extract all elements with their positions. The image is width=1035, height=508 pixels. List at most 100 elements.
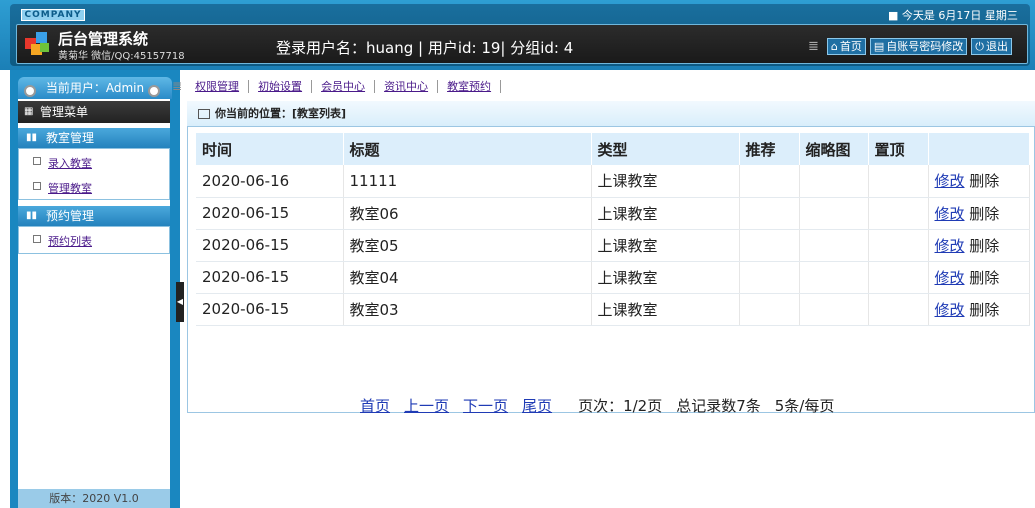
nav-init-settings[interactable]: 初始设置	[249, 79, 313, 93]
cell-time: 2020-06-15	[196, 261, 344, 294]
edit-link[interactable]: 修改	[935, 237, 965, 255]
edit-link[interactable]: 修改	[935, 269, 965, 287]
delete-link[interactable]: 删除	[969, 205, 999, 223]
pin-icon	[24, 85, 36, 97]
grid-icon: ▦	[24, 106, 34, 117]
cell-title: 教室06	[343, 197, 592, 230]
cell-recommend	[739, 197, 800, 230]
nav-member-center[interactable]: 会员中心	[312, 79, 376, 93]
cell-thumbnail	[799, 293, 869, 326]
cell-type: 上课教室	[591, 261, 740, 294]
col-thumbnail: 缩略图	[799, 133, 869, 165]
table-row: 2020-06-15 教室05 上课教室 修改 删除	[196, 229, 1030, 262]
delete-link[interactable]: 删除	[969, 172, 999, 190]
table-row: 2020-06-15 教室04 上课教室 修改 删除	[196, 261, 1030, 294]
section-booking-title: 预约管理	[46, 209, 95, 223]
section-classroom-title: 教室管理	[46, 131, 95, 145]
section-icon: ▮▮	[26, 132, 38, 143]
first-page-link[interactable]: 首页	[360, 395, 390, 416]
cell-top	[868, 261, 929, 294]
cell-thumbnail	[799, 165, 869, 198]
nav-news-center[interactable]: 资讯中心	[375, 79, 439, 93]
col-type: 类型	[591, 133, 740, 165]
logout-button[interactable]: ⏻ 退出	[971, 38, 1012, 55]
cell-actions: 修改 删除	[928, 229, 1030, 262]
cell-actions: 修改 删除	[928, 165, 1030, 198]
power-icon: ⏻	[975, 40, 984, 53]
section-booking[interactable]: ▮▮ 预约管理	[18, 206, 170, 226]
col-time: 时间	[196, 133, 344, 165]
menu-icon: ≣	[808, 39, 819, 54]
classroom-table: 时间 标题 类型 推荐 缩略图 置顶 2020-06-16 11111 上课教室 修改…	[196, 133, 1030, 326]
table-header-row: 时间 标题 类型 推荐 缩略图 置顶	[196, 133, 1030, 165]
cell-top	[868, 293, 929, 326]
change-password-button[interactable]: ▤ 自账号密码修改	[869, 38, 968, 55]
cell-title: 教室05	[343, 229, 592, 262]
system-author: 黄菊华 微信/QQ:45157718	[58, 51, 185, 62]
pin-icon	[148, 85, 160, 97]
cell-type: 上课教室	[591, 197, 740, 230]
sidebar-item-manage-classroom[interactable]: 管理教室	[48, 180, 92, 196]
col-top: 置顶	[868, 133, 929, 165]
home-icon: ⌂	[830, 40, 838, 53]
manage-menu-label: 管理菜单	[40, 105, 89, 119]
delete-link[interactable]: 删除	[969, 301, 999, 319]
location-icon	[198, 109, 210, 119]
home-button-label: 首页	[839, 40, 862, 53]
nav-menu-icon: ≣	[172, 79, 183, 93]
pagination: 首页 上一页 下一页 尾页 页次：1/2页 总记录数7条 5条/每页	[360, 395, 834, 416]
cell-recommend	[739, 165, 800, 198]
cell-actions: 修改 删除	[928, 293, 1030, 326]
section-classroom[interactable]: ▮▮ 教室管理	[18, 128, 170, 148]
cell-time: 2020-06-16	[196, 165, 344, 198]
sidebar-item-add-classroom[interactable]: 录入教室	[48, 155, 92, 171]
cell-top	[868, 197, 929, 230]
last-page-link[interactable]: 尾页	[522, 395, 552, 416]
table-row: 2020-06-15 教室03 上课教室 修改 删除	[196, 293, 1030, 326]
doc-icon	[33, 235, 41, 243]
date-text: ■ 今天是 6月17日 星期三	[888, 9, 1018, 22]
book-icon: ▤	[873, 40, 885, 53]
col-recommend: 推荐	[739, 133, 800, 165]
table-row: 2020-06-15 教室06 上课教室 修改 删除	[196, 197, 1030, 230]
edit-link[interactable]: 修改	[935, 301, 965, 319]
login-info: 登录用户名：huang | 用户id: 19| 分组id: 4	[276, 39, 574, 57]
record-count: 总记录数7条	[676, 397, 761, 415]
home-button[interactable]: ⌂ 首页	[826, 38, 866, 55]
section-icon: ▮▮	[26, 210, 38, 221]
header-buttons: ≣ ⌂ 首页 ▤ 自账号密码修改 ⏻ 退出	[808, 38, 1012, 55]
change-password-label: 自账号密码修改	[886, 40, 964, 53]
system-title: 后台管理系统	[58, 30, 149, 48]
cube-logo-icon	[25, 32, 49, 55]
cell-time: 2020-06-15	[196, 197, 344, 230]
cell-type: 上课教室	[591, 293, 740, 326]
col-title: 标题	[343, 133, 592, 165]
cell-recommend	[739, 261, 800, 294]
edit-link[interactable]: 修改	[935, 172, 965, 190]
page-size: 5条/每页	[774, 397, 835, 415]
prev-page-link[interactable]: 上一页	[404, 395, 449, 416]
cell-thumbnail	[799, 261, 869, 294]
delete-link[interactable]: 删除	[969, 237, 999, 255]
logout-label: 退出	[986, 40, 1008, 53]
edit-link[interactable]: 修改	[935, 205, 965, 223]
cell-title: 教室03	[343, 293, 592, 326]
doc-icon	[33, 182, 41, 190]
cell-type: 上课教室	[591, 165, 740, 198]
company-logo: COMPANY	[21, 9, 85, 21]
nav-classroom-booking[interactable]: 教室预约	[438, 79, 502, 93]
cell-top	[868, 229, 929, 262]
delete-link[interactable]: 删除	[969, 269, 999, 287]
manage-menu-title: ▦ 管理菜单	[18, 101, 170, 123]
cell-actions: 修改 删除	[928, 197, 1030, 230]
col-actions	[928, 133, 1030, 165]
sidebar-item-booking-list[interactable]: 预约列表	[48, 233, 92, 249]
cell-title: 教室04	[343, 261, 592, 294]
collapse-sidebar-handle[interactable]: ◀	[176, 282, 184, 322]
next-page-link[interactable]: 下一页	[463, 395, 508, 416]
doc-icon	[33, 157, 41, 165]
top-nav: ≣ 权限管理 初始设置 会员中心 资讯中心 教室预约	[170, 76, 1035, 96]
nav-permissions[interactable]: 权限管理	[186, 79, 250, 93]
section-classroom-box	[18, 148, 170, 200]
cell-type: 上课教室	[591, 229, 740, 262]
